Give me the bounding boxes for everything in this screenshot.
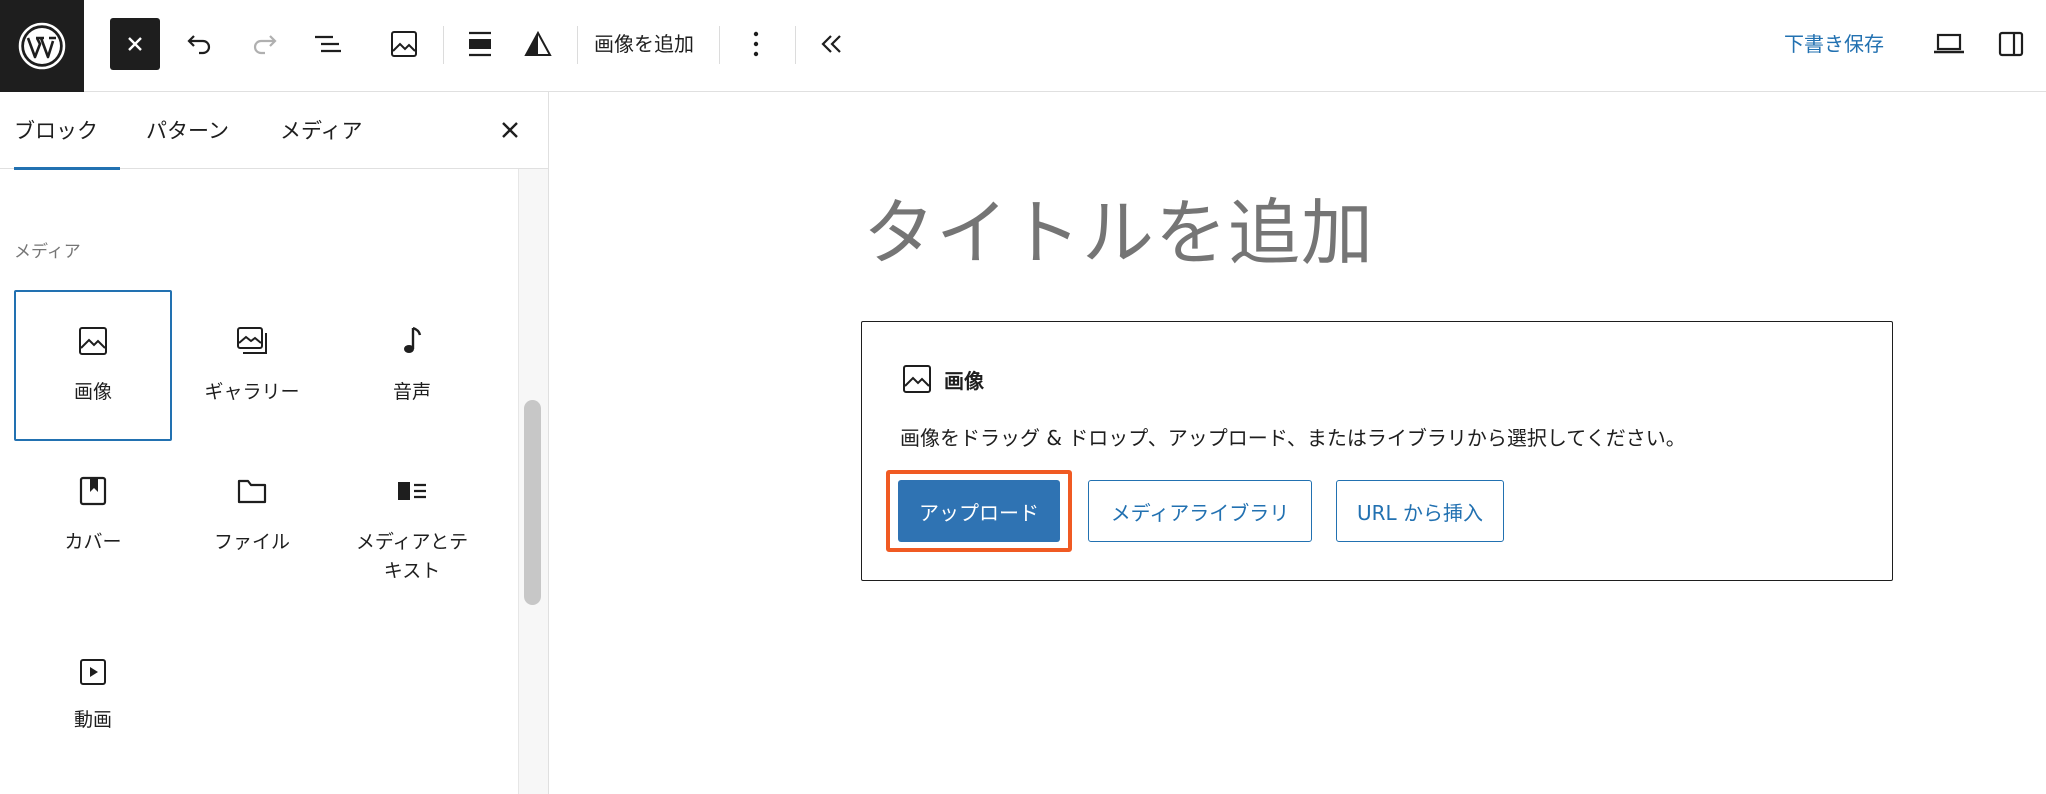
editor-toolbar: 画像を追加 下書き保存 [0, 0, 2046, 92]
media-library-button[interactable]: メディアライブラリ [1088, 480, 1312, 542]
block-inserter-panel: ブロック パターン メディア メディア 画像 ギャラリー 音声 カバー ファイル… [0, 92, 549, 794]
desktop-icon [1934, 33, 1964, 54]
block-item-label: 音声 [392, 381, 431, 403]
block-item-label: ファイル [213, 531, 290, 553]
wordpress-icon [18, 22, 66, 70]
close-icon [502, 122, 518, 138]
block-item-gallery[interactable]: ギャラリー [173, 290, 331, 441]
document-overview-button[interactable] [308, 18, 348, 70]
block-item-label: 画像 [73, 381, 112, 403]
block-options-button[interactable] [738, 18, 774, 70]
block-item-file[interactable]: ファイル [173, 442, 331, 592]
align-button[interactable] [460, 18, 500, 70]
inserter-tabs: ブロック パターン メディア [0, 92, 548, 170]
image-block-instructions: 画像をドラッグ & ドロップ、アップロード、またはライブラリから選択してください… [900, 426, 1686, 450]
list-view-icon [315, 35, 341, 53]
image-block-title: 画像 [944, 368, 984, 393]
close-icon [128, 37, 142, 51]
post-title-input[interactable]: タイトルを追加 [863, 188, 1374, 278]
sidebar-toggle-icon [1998, 31, 2024, 57]
scrollbar-thumb[interactable] [524, 400, 541, 605]
media-text-icon [398, 482, 426, 500]
gallery-icon [237, 327, 267, 354]
block-type-button[interactable] [384, 18, 424, 70]
block-item-label: メディアとテ キスト [355, 531, 469, 582]
save-draft-button[interactable]: 下書き保存 [1784, 22, 1884, 66]
undo-button[interactable] [180, 18, 220, 70]
image-block-header: 画像 [902, 362, 984, 396]
image-icon [391, 31, 417, 57]
upload-button[interactable]: アップロード [898, 480, 1060, 542]
tab-blocks[interactable]: ブロック [14, 92, 120, 170]
redo-icon [253, 35, 277, 55]
audio-icon [404, 326, 422, 353]
image-icon [79, 327, 107, 355]
more-vertical-icon [753, 31, 759, 57]
tab-patterns[interactable]: パターン [146, 92, 229, 169]
block-item-media-text[interactable]: メディアとテ キスト [333, 442, 491, 592]
image-block-placeholder[interactable]: 画像 画像をドラッグ & ドロップ、アップロード、またはライブラリから選択してく… [861, 321, 1893, 581]
image-icon [903, 365, 931, 393]
close-inserter-panel-button[interactable] [492, 110, 528, 150]
wordpress-logo-button[interactable] [0, 0, 84, 92]
cover-icon [79, 476, 107, 506]
chevron-double-left-icon [821, 35, 841, 53]
add-image-toolbar-button[interactable]: 画像を追加 [594, 22, 694, 66]
tab-media[interactable]: メディア [280, 92, 363, 169]
block-item-label: ギャラリー [204, 381, 300, 403]
close-inserter-button[interactable] [110, 18, 160, 70]
toolbar-divider [577, 26, 578, 64]
media-section-heading: メディア [14, 242, 81, 262]
block-item-cover[interactable]: カバー [14, 442, 172, 592]
duotone-icon [524, 30, 552, 56]
block-item-video[interactable]: 動画 [14, 620, 172, 770]
undo-icon [187, 35, 211, 55]
toolbar-divider [443, 26, 444, 64]
apply-duotone-button[interactable] [518, 18, 558, 70]
redo-button[interactable] [244, 18, 284, 70]
folder-icon [237, 479, 267, 504]
block-item-label: カバー [64, 531, 122, 553]
video-icon [80, 659, 106, 685]
collapse-toolbar-button[interactable] [812, 18, 852, 70]
block-item-audio[interactable]: 音声 [333, 290, 491, 441]
settings-sidebar-button[interactable] [1990, 18, 2032, 70]
align-none-icon [469, 31, 491, 57]
preview-button[interactable] [1928, 18, 1970, 70]
block-item-label: 動画 [73, 709, 112, 731]
insert-from-url-button[interactable]: URL から挿入 [1336, 480, 1504, 542]
block-item-image[interactable]: 画像 [14, 290, 172, 441]
toolbar-divider [719, 26, 720, 64]
toolbar-divider [795, 26, 796, 64]
